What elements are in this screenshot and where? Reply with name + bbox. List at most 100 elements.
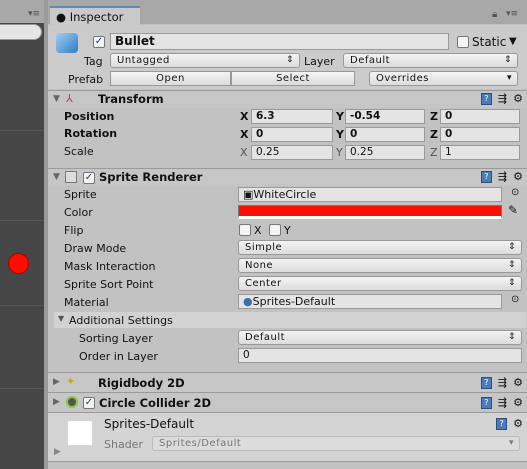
- flip-y-checkbox[interactable]: [269, 224, 281, 236]
- gear-icon[interactable]: ⚙: [513, 92, 523, 105]
- x-label[interactable]: X: [240, 128, 248, 141]
- shader-label: Shader: [104, 438, 143, 451]
- static-label: Static: [472, 35, 507, 49]
- rotation-z-field[interactable]: 0: [440, 127, 520, 142]
- prefab-select-button[interactable]: Select: [231, 71, 355, 86]
- sprite-field[interactable]: ▣WhiteCircle: [238, 187, 502, 202]
- mask-interaction-dropdown[interactable]: None ⇕: [238, 258, 522, 273]
- collider-enabled-checkbox[interactable]: ✓: [83, 397, 95, 409]
- layer-label: Layer: [304, 55, 335, 68]
- tab-inspector[interactable]: ● Inspector: [50, 6, 140, 25]
- sprite-renderer-enabled-checkbox[interactable]: ✓: [83, 172, 95, 184]
- gear-icon[interactable]: ⚙: [513, 376, 523, 389]
- gear-icon[interactable]: ⚙: [513, 396, 523, 409]
- scene-panel: [0, 0, 44, 469]
- position-x-field[interactable]: 6.3: [251, 109, 333, 124]
- presets-icon[interactable]: ⇶: [498, 92, 507, 105]
- presets-icon[interactable]: ⇶: [498, 396, 507, 409]
- z-label[interactable]: Z: [430, 146, 438, 159]
- draw-mode-value: Simple: [245, 242, 283, 253]
- rigidbody-icon: ✦: [66, 375, 76, 388]
- object-picker-icon[interactable]: ⊙: [511, 187, 519, 198]
- sprite-renderer-icon: [65, 171, 77, 183]
- prefab-open-button[interactable]: Open: [110, 71, 231, 86]
- presets-icon[interactable]: ⇶: [498, 376, 507, 389]
- scale-x-field[interactable]: 0.25: [251, 145, 333, 160]
- x-label[interactable]: X: [240, 110, 248, 123]
- help-icon[interactable]: ?: [480, 170, 492, 183]
- object-name-field[interactable]: Bullet: [110, 33, 449, 50]
- material-preview: [68, 421, 92, 445]
- collapsed-triangle-icon[interactable]: ▶: [53, 377, 60, 387]
- additional-settings-label: Additional Settings: [69, 314, 173, 327]
- eyedropper-icon[interactable]: ✎: [508, 203, 518, 217]
- collapsed-triangle-icon[interactable]: ▶: [53, 397, 60, 407]
- rigidbody-header[interactable]: ▶ ✦ Rigidbody 2D ? ⇶ ⚙: [48, 372, 527, 392]
- shader-dropdown[interactable]: Sprites/Default ▾: [152, 436, 520, 451]
- x-label[interactable]: X: [240, 146, 248, 159]
- y-label[interactable]: Y: [336, 110, 344, 123]
- sorting-layer-value: Default: [245, 332, 286, 343]
- circle-collider-header[interactable]: ▶ ✓ Circle Collider 2D ? ⇶ ⚙: [48, 392, 527, 412]
- position-label: Position: [64, 110, 115, 123]
- divider: [0, 130, 44, 131]
- bullet-sprite[interactable]: [8, 253, 29, 274]
- panel-menu-icon[interactable]: ▾≡: [28, 9, 40, 19]
- order-in-layer-field[interactable]: 0: [238, 348, 522, 363]
- z-label[interactable]: Z: [430, 110, 438, 123]
- mask-interaction-label: Mask Interaction: [64, 260, 156, 273]
- expand-triangle-icon[interactable]: ▼: [58, 314, 64, 323]
- rotation-x-field[interactable]: 0: [251, 127, 333, 142]
- presets-icon[interactable]: ⇶: [498, 170, 507, 183]
- prefab-label: Prefab: [68, 73, 104, 86]
- position-y-field[interactable]: -0.54: [345, 109, 425, 124]
- draw-mode-dropdown[interactable]: Simple ⇕: [238, 240, 522, 255]
- sprite-renderer-header[interactable]: ▼ ✓ Sprite Renderer ? ⇶ ⚙: [48, 168, 527, 186]
- divider: [0, 220, 44, 221]
- tag-dropdown[interactable]: Untagged ⇕: [110, 53, 300, 68]
- static-checkbox[interactable]: [457, 36, 469, 48]
- position-z-field[interactable]: 0: [440, 109, 520, 124]
- overrides-dropdown[interactable]: Overrides ▾: [369, 71, 518, 86]
- info-icon: ●: [56, 10, 67, 24]
- help-icon[interactable]: ?: [496, 417, 508, 430]
- additional-settings-foldout[interactable]: ▼ Additional Settings: [54, 312, 526, 328]
- flip-x-checkbox[interactable]: [239, 224, 251, 236]
- layer-value: Default: [350, 55, 391, 66]
- help-icon[interactable]: ?: [480, 396, 492, 409]
- collapsed-triangle-icon[interactable]: ▶: [54, 447, 61, 457]
- transform-header[interactable]: ▼ ⅄ Transform ? ⇶ ⚙: [48, 90, 527, 108]
- color-swatch[interactable]: [238, 205, 502, 219]
- updown-icon: ⇕: [507, 260, 516, 270]
- color-label: Color: [64, 206, 93, 219]
- help-icon[interactable]: ?: [480, 92, 492, 105]
- scale-y-field[interactable]: 0.25: [345, 145, 425, 160]
- expand-triangle-icon[interactable]: ▼: [53, 94, 60, 104]
- panel-menu-icon[interactable]: ▾≡: [506, 9, 518, 19]
- object-picker-icon[interactable]: ⊙: [511, 294, 519, 305]
- gear-icon[interactable]: ⚙: [513, 170, 523, 183]
- sorting-layer-dropdown[interactable]: Default ⇕: [238, 330, 522, 345]
- material-field[interactable]: ●Sprites-Default: [238, 294, 502, 309]
- hierarchy-search-input[interactable]: [0, 24, 42, 40]
- active-checkbox[interactable]: ✓: [93, 36, 105, 48]
- updown-icon: ⇕: [285, 55, 294, 65]
- z-label[interactable]: Z: [430, 128, 438, 141]
- divider: [0, 305, 44, 306]
- material-sphere-icon: ●: [243, 295, 253, 308]
- sort-point-dropdown[interactable]: Center ⇕: [238, 276, 522, 291]
- y-label[interactable]: Y: [336, 146, 343, 159]
- updown-icon: ⇕: [507, 278, 516, 288]
- help-icon[interactable]: ?: [480, 376, 492, 389]
- layer-dropdown[interactable]: Default ⇕: [343, 53, 518, 68]
- y-label[interactable]: Y: [336, 128, 344, 141]
- lock-icon[interactable]: 🔒︎: [492, 9, 497, 20]
- static-dropdown-icon[interactable]: ▼: [509, 36, 517, 47]
- mask-value: None: [245, 260, 274, 271]
- rotation-y-field[interactable]: 0: [345, 127, 425, 142]
- gear-icon[interactable]: ⚙: [513, 417, 523, 430]
- scale-z-field[interactable]: 1: [440, 145, 520, 160]
- draw-mode-label: Draw Mode: [64, 242, 127, 255]
- expand-triangle-icon[interactable]: ▼: [53, 172, 60, 182]
- tag-label: Tag: [84, 55, 103, 68]
